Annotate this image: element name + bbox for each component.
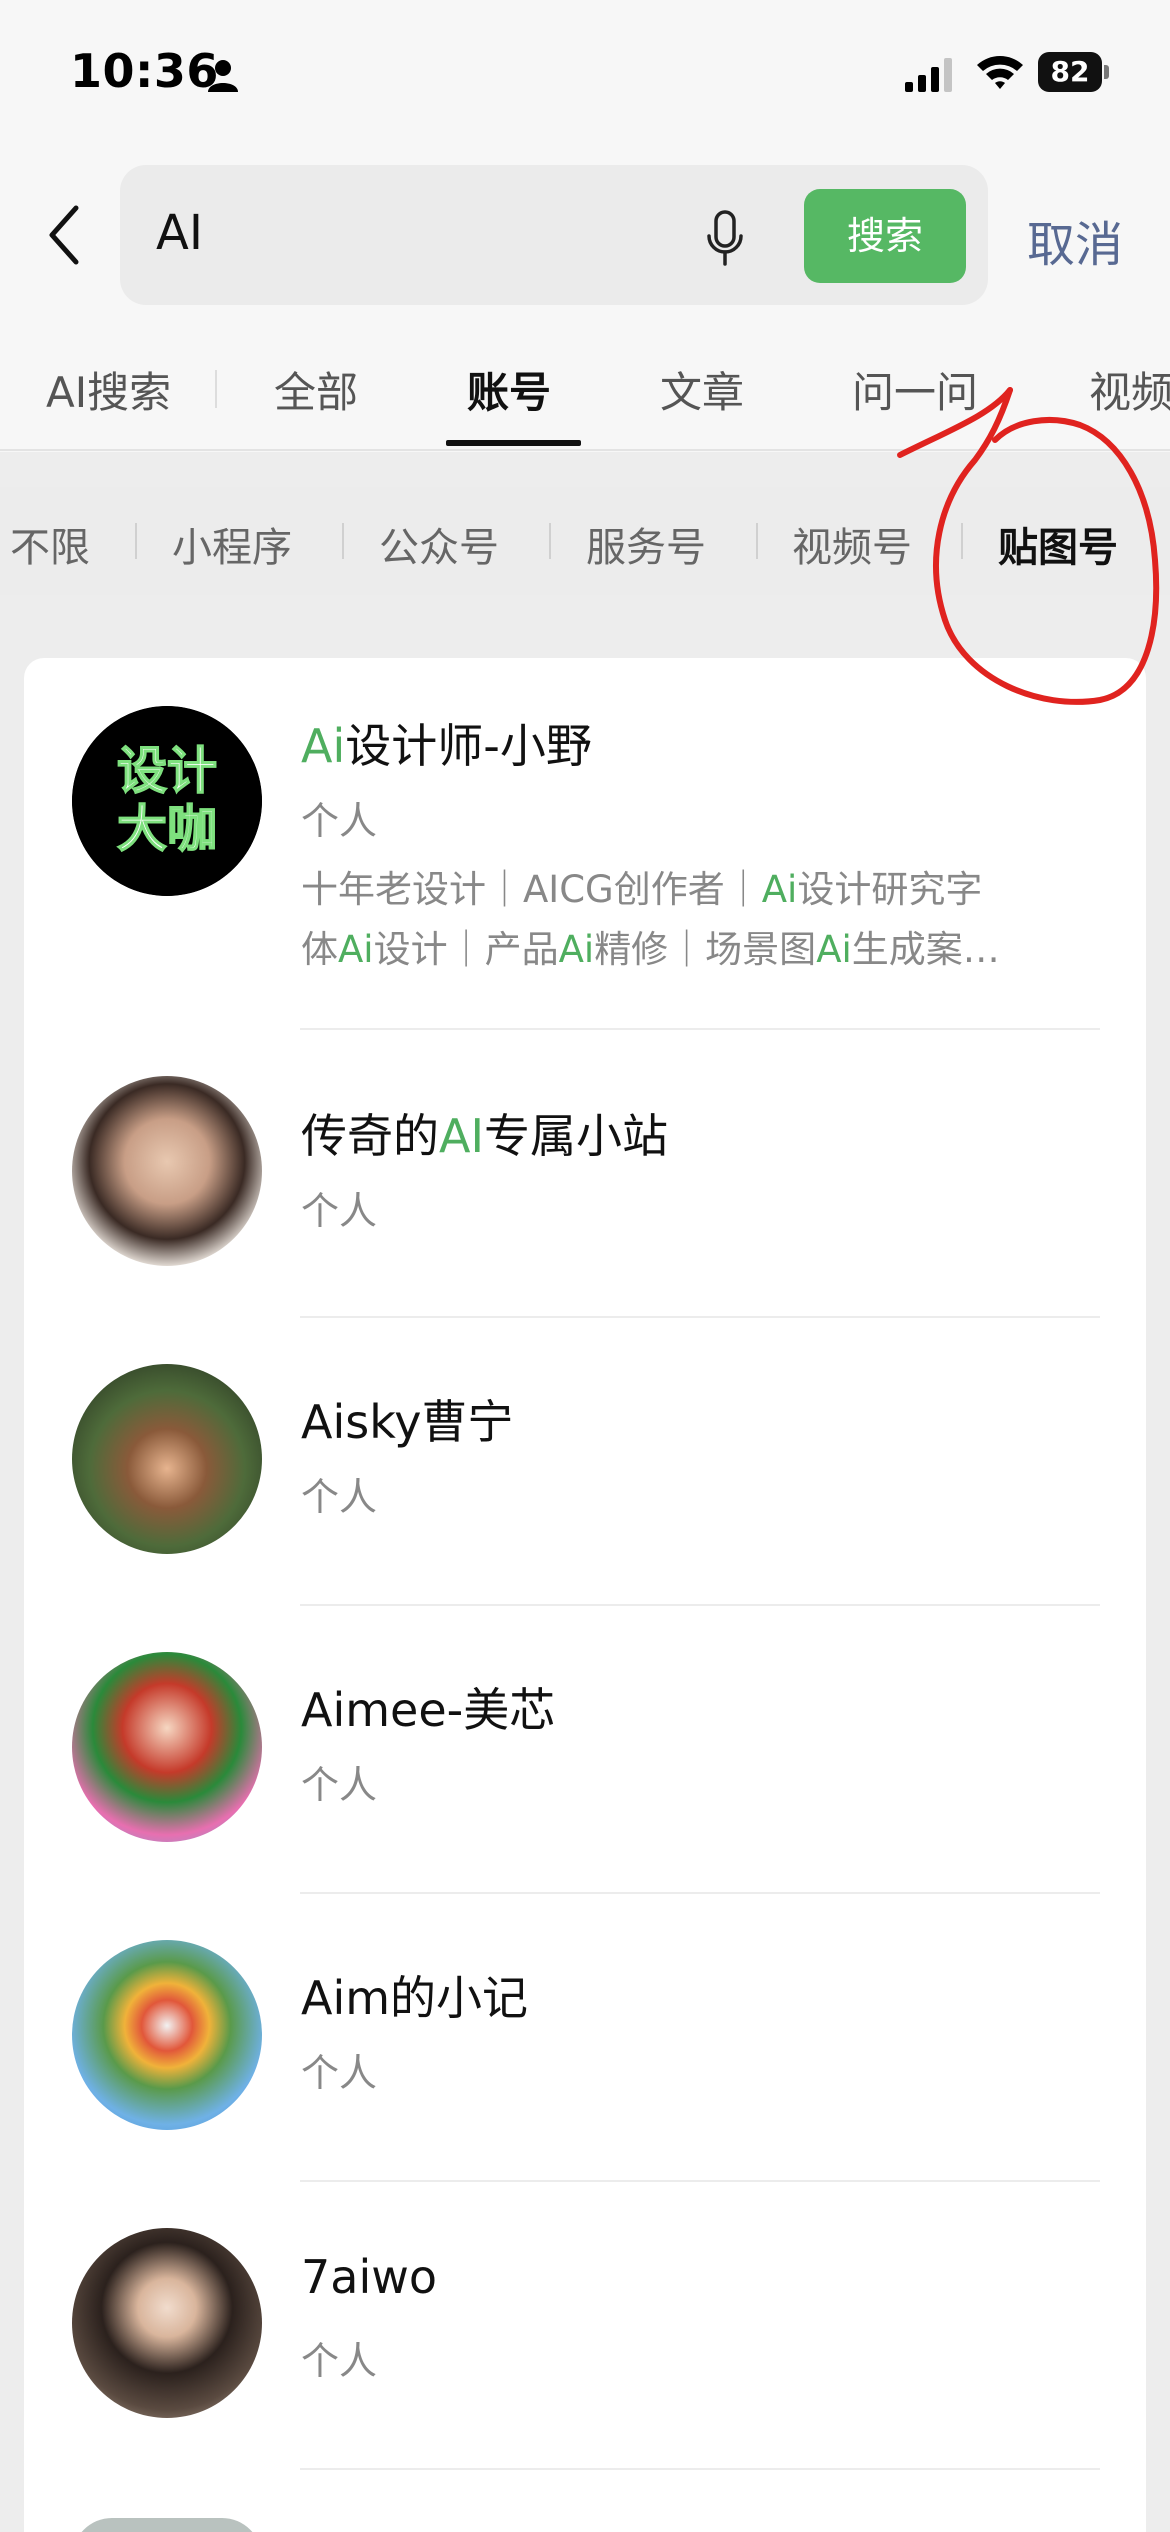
desc-seg: 体: [301, 928, 338, 971]
tab-videos[interactable]: 视频: [1089, 359, 1170, 420]
cellular-signal-icon: [905, 58, 952, 92]
account-name: Aisky曹宁: [301, 1395, 514, 1449]
name-prefix: 传奇的: [301, 1109, 439, 1163]
list-item[interactable]: 传奇的AI专属小站 个人: [24, 1030, 1146, 1318]
microphone-icon[interactable]: [705, 210, 745, 268]
desc-seg: 设计研究字: [797, 868, 983, 911]
filter-divider: [549, 523, 551, 559]
search-button[interactable]: 搜索: [804, 189, 966, 283]
filter-divider: [342, 523, 344, 559]
account-type: 个人: [301, 799, 378, 843]
avatar: [72, 1076, 262, 1266]
filter-official-account[interactable]: 公众号: [379, 515, 499, 573]
list-item[interactable]: Aim的小记 个人: [24, 1894, 1146, 2182]
filter-divider: [135, 523, 137, 559]
filter-mini-program[interactable]: 小程序: [172, 515, 292, 573]
wifi-icon: [977, 56, 1023, 89]
filter-divider: [756, 523, 758, 559]
tab-ask[interactable]: 问一问: [852, 359, 978, 420]
list-item[interactable]: 设计 大咖 Ai设计师-小野 个人 十年老设计｜AICG创作者｜Ai设计研究字 …: [24, 658, 1146, 1030]
account-type: 个人: [301, 1763, 378, 1807]
account-type: 个人: [301, 2339, 378, 2383]
avatar: [72, 2228, 262, 2418]
list-item[interactable]: Aisky曹宁 个人: [24, 1318, 1146, 1606]
account-type: 个人: [301, 1475, 378, 1519]
divider: [300, 2468, 1100, 2470]
person-icon: [208, 60, 238, 92]
back-arrow-icon[interactable]: [44, 200, 84, 270]
battery-indicator: 82: [1038, 52, 1110, 92]
filter-all[interactable]: 不限: [10, 515, 90, 573]
list-item[interactable]: 7aiwo 个人: [24, 2182, 1146, 2470]
name-rest: 专属小站: [484, 1109, 669, 1163]
category-tabs: AI搜索 全部 账号 文章 问一问 视频: [0, 355, 1170, 451]
cancel-button[interactable]: 取消: [1027, 205, 1123, 275]
account-name: Aim的小记: [301, 1971, 529, 2025]
account-type-filters: 不限 小程序 公众号 服务号 视频号 贴图号: [0, 487, 1170, 595]
filter-divider: [961, 523, 963, 559]
account-name: 传奇的AI专属小站: [301, 1100, 668, 1166]
results-list: 设计 大咖 Ai设计师-小野 个人 十年老设计｜AICG创作者｜Ai设计研究字 …: [24, 658, 1146, 2532]
desc-highlight: Ai: [558, 928, 595, 971]
filter-channels[interactable]: 视频号: [792, 515, 912, 573]
avatar: [72, 1652, 262, 1842]
name-highlight: AI: [439, 1109, 485, 1163]
desc-seg: 设计｜产品: [373, 928, 559, 971]
account-name: 7aiwo: [301, 2250, 438, 2304]
list-item[interactable]: Aimee-美芯 个人: [24, 1606, 1146, 1894]
status-time: 10:36: [70, 44, 219, 98]
active-tab-indicator: [446, 440, 581, 446]
avatar: 设计 大咖: [72, 706, 262, 896]
tab-articles[interactable]: 文章: [660, 359, 744, 420]
tab-divider: [215, 370, 217, 408]
search-box[interactable]: AI 搜索: [120, 165, 988, 305]
tab-ai-search[interactable]: AI搜索: [46, 359, 171, 420]
account-name: Ai设计师-小野: [301, 710, 592, 776]
status-bar: 10:36 82: [0, 0, 1170, 150]
design-logo-icon: 设计 大咖: [72, 706, 262, 896]
tab-accounts[interactable]: 账号: [467, 359, 551, 420]
tab-all[interactable]: 全部: [274, 359, 358, 420]
battery-nub: [1104, 65, 1109, 79]
avatar: [72, 1940, 262, 2130]
battery-level: 82: [1038, 52, 1102, 92]
desc-highlight: Ai: [761, 868, 798, 911]
logo-text-line1: 设计: [117, 742, 217, 800]
desc-seg: 十年老设计｜AICG创作者｜: [301, 868, 762, 911]
name-rest: 设计师-小野: [345, 719, 592, 773]
account-type: 个人: [301, 1189, 378, 1233]
desc-seg: 生成案…: [851, 928, 1000, 971]
filter-image-posts[interactable]: 贴图号: [998, 515, 1118, 573]
account-type: 个人: [301, 2051, 378, 2095]
filter-service-account[interactable]: 服务号: [586, 515, 706, 573]
account-description-line1: 十年老设计｜AICG创作者｜Ai设计研究字: [301, 860, 1101, 920]
avatar: [72, 2518, 262, 2532]
account-description-line2: 体Ai设计｜产品Ai精修｜场景图Ai生成案…: [301, 920, 1101, 980]
account-name: Aimee-美芯: [301, 1683, 556, 1737]
avatar: [72, 1364, 262, 1554]
desc-highlight: Ai: [338, 928, 374, 971]
logo-text-line2: 大咖: [117, 800, 217, 858]
desc-seg: 精修｜场景图: [594, 928, 817, 971]
search-input[interactable]: AI: [156, 205, 203, 261]
desc-highlight: Ai: [816, 928, 852, 971]
name-highlight: Ai: [301, 719, 346, 773]
